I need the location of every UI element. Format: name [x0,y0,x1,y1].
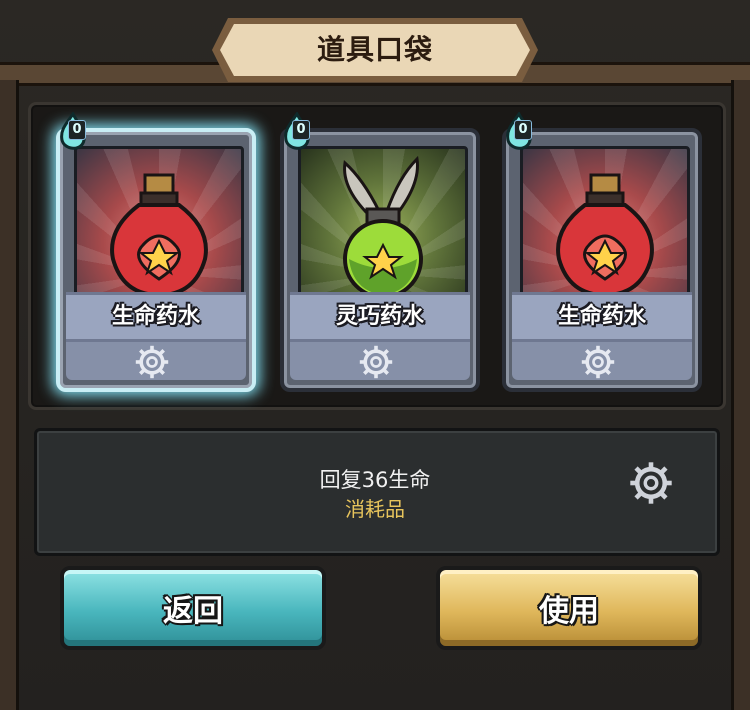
dialog-title: 道具口袋 [316,33,433,66]
card-name-band: 生命药水 [512,292,692,342]
red-potion-icon [110,173,208,298]
red-potion-icon [556,173,654,298]
item-card-1[interactable]: 生命药水 [56,128,256,392]
gear-icon [630,462,672,504]
dialog-right-rail [731,80,750,710]
card-name-band: 生命药水 [66,292,246,342]
gear-icon [581,345,615,379]
cost-value: 0 [292,120,310,140]
item-card-2[interactable]: 灵巧药水 [280,128,480,392]
dialog-left-rail [0,80,19,710]
green-potion-icon [343,155,423,299]
card-art [520,146,690,308]
cost-badge-1: 0 [56,111,90,156]
card-name: 生命药水 [557,304,646,329]
gear-icon [135,345,169,379]
cost-badge-3: 0 [502,111,536,156]
card-name: 灵巧药水 [335,304,424,329]
cost-value: 0 [514,120,532,140]
card-name: 生命药水 [111,304,200,329]
card-name-band: 灵巧药水 [290,292,470,342]
back-button[interactable]: 返回 [60,566,326,650]
card-art [74,146,244,308]
cost-value: 0 [68,120,86,140]
item-card-3[interactable]: 生命药水 [502,128,702,392]
card-art [298,146,468,308]
cost-badge-2: 0 [280,111,314,156]
use-button[interactable]: 使用 [436,566,702,650]
gear-icon [359,345,393,379]
